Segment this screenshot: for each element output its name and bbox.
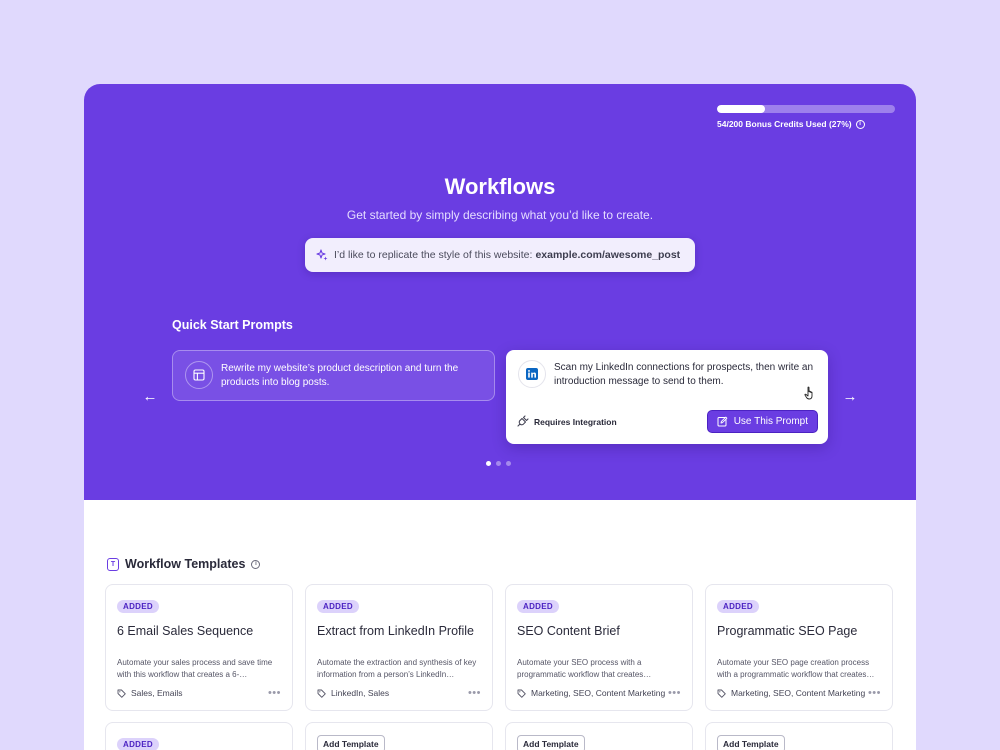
add-template-button[interactable]: Add Template [717,735,785,750]
quick-start-card-text: Rewrite my website’s product description… [221,363,459,388]
add-template-button[interactable]: Add Template [517,735,585,750]
more-options-icon[interactable]: ••• [868,687,881,699]
template-tags: Marketing, SEO, Content Marketing ••• [517,687,681,699]
template-title: Extract from LinkedIn Profile [317,624,475,638]
template-icon [193,369,205,381]
template-title: Programmatic SEO Page [717,624,858,638]
hero-section: 54/200 Bonus Credits Used (27%) i Workfl… [84,84,916,500]
tag-icon [517,689,526,698]
carousel-dot[interactable] [506,461,511,466]
carousel-dots [486,461,511,466]
info-icon[interactable]: i [251,559,261,569]
hand-cursor-icon [804,386,813,400]
carousel-dot[interactable] [496,461,501,466]
credits-meter: 54/200 Bonus Credits Used (27%) i [717,105,895,129]
more-options-icon[interactable]: ••• [268,687,281,699]
page-subtitle: Get started by simply describing what yo… [346,208,654,222]
tag-icon [717,689,726,698]
template-tags-text: Marketing, SEO, Content Marketing [731,688,866,698]
template-tags-text: Marketing, SEO, Content Marketing [531,688,666,698]
added-badge: ADDED [717,600,759,613]
prompt-input[interactable]: I’d like to replicate the style of this … [305,238,695,272]
templates-header: T Workflow Templates i [107,557,261,571]
plug-icon [517,415,529,427]
quick-start-title: Quick Start Prompts [172,318,293,332]
template-card[interactable]: ADDED 6 Email Sales Sequence Automate yo… [105,584,293,711]
prompt-input-link: example.com/awesome_post [535,249,681,261]
carousel-prev-arrow-icon[interactable]: ← [142,389,158,405]
template-card[interactable]: ADDED [105,722,293,750]
template-title: 6 Email Sales Sequence [117,624,254,638]
use-this-prompt-label: Use This Prompt [733,416,808,427]
tag-icon [117,689,126,698]
template-description: Automate your SEO process with a program… [517,658,652,679]
template-card[interactable]: Add Template [305,722,493,750]
templates-title: Workflow Templates [125,557,246,571]
credits-progress-fill [717,105,766,113]
template-description: Automate your sales process and save tim… [117,658,273,679]
sparkle-icon [316,249,328,261]
template-title: SEO Content Brief [517,624,620,638]
template-t-icon: T [107,557,119,571]
template-icon-wrap [185,361,213,389]
credits-label: 54/200 Bonus Credits Used (27%) [717,119,852,129]
edit-icon [717,416,728,427]
template-description: Automate the extraction and synthesis of… [317,658,477,679]
template-tags: Sales, Emails ••• [117,687,281,699]
added-badge: ADDED [317,600,359,613]
page-title: Workflows [444,174,556,199]
prompt-input-text: I’d like to replicate the style of this … [334,249,533,261]
added-badge: ADDED [117,600,159,613]
template-card[interactable]: Add Template [705,722,893,750]
template-card[interactable]: ADDED Extract from LinkedIn Profile Auto… [305,584,493,711]
use-this-prompt-button[interactable]: Use This Prompt [706,410,818,433]
more-options-icon[interactable]: ••• [668,687,681,699]
added-badge: ADDED [517,600,559,613]
add-template-button[interactable]: Add Template [317,735,385,750]
template-tags: Marketing, SEO, Content Marketing ••• [717,687,881,699]
carousel-next-arrow-icon[interactable]: → [842,389,858,405]
template-card[interactable]: ADDED SEO Content Brief Automate your SE… [505,584,693,711]
template-tags-text: Sales, Emails [131,688,183,698]
more-options-icon[interactable]: ••• [468,687,481,699]
credits-label-row: 54/200 Bonus Credits Used (27%) i [717,119,895,129]
linkedin-icon-wrap [518,360,546,388]
template-tags: LinkedIn, Sales ••• [317,687,481,699]
template-description: Automate your SEO page creation process … [717,658,875,679]
quick-start-card[interactable]: Rewrite my website’s product description… [172,350,495,401]
tag-icon [317,689,326,698]
carousel-dot[interactable] [486,461,491,466]
credits-progress-bar [717,105,895,113]
info-icon[interactable]: i [855,119,865,129]
linkedin-icon [526,368,538,380]
template-card[interactable]: ADDED Programmatic SEO Page Automate you… [705,584,893,711]
template-tags-text: LinkedIn, Sales [331,688,390,698]
quick-start-card-active[interactable]: Scan my LinkedIn connections for prospec… [506,350,828,444]
requires-integration: Requires Integration [516,415,617,428]
template-card[interactable]: Add Template [505,722,693,750]
requires-integration-label: Requires Integration [534,416,617,427]
added-badge: ADDED [117,738,159,750]
workflows-app: 54/200 Bonus Credits Used (27%) i Workfl… [84,84,916,750]
quick-start-card-text: Scan my LinkedIn connections for prospec… [554,362,814,387]
